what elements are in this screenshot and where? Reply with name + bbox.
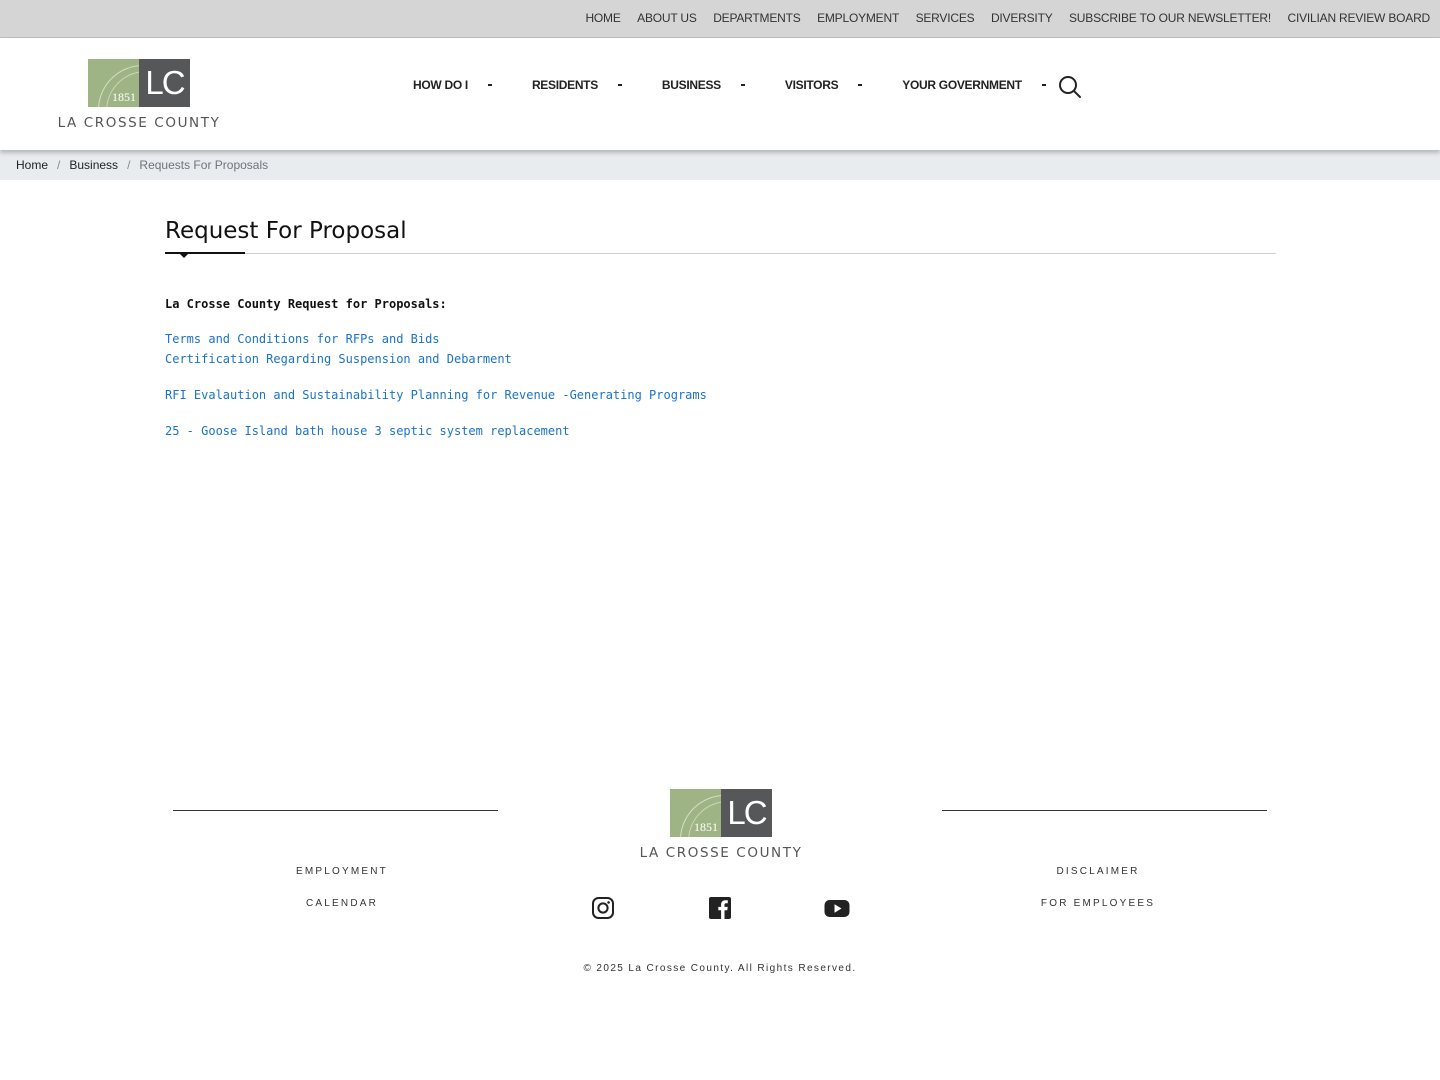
logo-year: 1851 bbox=[112, 90, 136, 104]
utility-nav: HOME ABOUT US DEPARTMENTS EMPLOYMENT SER… bbox=[569, 11, 1430, 25]
youtube-icon[interactable] bbox=[824, 896, 850, 920]
nav-item-visitors[interactable]: VISITORS bbox=[784, 78, 863, 92]
footer-link-disclaimer[interactable]: DISCLAIMER bbox=[998, 864, 1198, 896]
instagram-icon[interactable] bbox=[591, 896, 615, 920]
intro-heading: La Crosse County Request for Proposals: bbox=[165, 297, 447, 311]
logo-initials: LC bbox=[721, 789, 772, 837]
breadcrumb-separator: / bbox=[127, 158, 131, 172]
footer-link-for-employees[interactable]: FOR EMPLOYEES bbox=[998, 896, 1198, 928]
caret-down-icon bbox=[1041, 84, 1046, 86]
utility-link-departments[interactable]: DEPARTMENTS bbox=[713, 11, 801, 25]
logo-year: 1851 bbox=[694, 820, 718, 834]
nav-item-business[interactable]: BUSINESS bbox=[662, 78, 745, 92]
link-certification-suspension-debarment[interactable]: Certification Regarding Suspension and D… bbox=[165, 349, 1276, 369]
footer-links-right: DISCLAIMER FOR EMPLOYEES bbox=[998, 864, 1198, 928]
utility-link-employment[interactable]: EMPLOYMENT bbox=[817, 11, 899, 25]
nav-label: BUSINESS bbox=[661, 78, 721, 92]
nav-label: RESIDENTS bbox=[531, 78, 598, 92]
footer-link-calendar[interactable]: CALENDAR bbox=[242, 896, 442, 928]
logo-initials: LC bbox=[139, 59, 190, 107]
footer-divider bbox=[942, 810, 1267, 811]
site-header: 1851 LC LA CROSSE COUNTY HOW DO I RESIDE… bbox=[0, 39, 1440, 150]
nav-item-how-do-i[interactable]: HOW DO I bbox=[413, 78, 492, 92]
footer-link-employment[interactable]: EMPLOYMENT bbox=[242, 864, 442, 896]
breadcrumb-home[interactable]: Home bbox=[16, 158, 48, 172]
utility-link-services[interactable]: SERVICES bbox=[916, 11, 975, 25]
utility-link-newsletter[interactable]: SUBSCRIBE TO OUR NEWSLETTER! bbox=[1069, 11, 1271, 25]
logo-name: LA CROSSE COUNTY bbox=[639, 845, 803, 861]
link-group: RFI Evalaution and Sustainability Planni… bbox=[165, 385, 1276, 405]
breadcrumb: Home / Business / Requests For Proposals bbox=[0, 150, 1440, 180]
title-divider bbox=[165, 252, 1276, 258]
logo-name: LA CROSSE COUNTY bbox=[57, 115, 221, 131]
footer-divider bbox=[173, 810, 498, 811]
link-goose-island-septic[interactable]: 25 - Goose Island bath house 3 septic sy… bbox=[165, 421, 1276, 441]
utility-link-diversity[interactable]: DIVERSITY bbox=[991, 11, 1053, 25]
link-group: Terms and Conditions for RFPs and Bids C… bbox=[165, 329, 1276, 369]
utility-bar: HOME ABOUT US DEPARTMENTS EMPLOYMENT SER… bbox=[0, 0, 1440, 38]
main-content: Request For Proposal La Crosse County Re… bbox=[165, 214, 1276, 441]
utility-link-about-us[interactable]: ABOUT US bbox=[637, 11, 697, 25]
link-terms-and-conditions[interactable]: Terms and Conditions for RFPs and Bids bbox=[165, 329, 1276, 349]
facebook-icon[interactable] bbox=[708, 896, 732, 920]
nav-label: HOW DO I bbox=[413, 78, 468, 92]
nav-label: VISITORS bbox=[784, 78, 839, 92]
caret-down-icon bbox=[617, 84, 622, 86]
link-rfi-evaluation[interactable]: RFI Evalaution and Sustainability Planni… bbox=[165, 385, 1276, 405]
utility-link-civilian-review-board[interactable]: CIVILIAN REVIEW BOARD bbox=[1288, 11, 1431, 25]
breadcrumb-business[interactable]: Business bbox=[69, 158, 118, 172]
nav-item-your-government[interactable]: YOUR GOVERNMENT bbox=[902, 78, 1046, 92]
breadcrumb-separator: / bbox=[57, 158, 61, 172]
caret-down-icon bbox=[487, 84, 492, 86]
logo-mark: 1851 LC bbox=[670, 789, 772, 837]
copyright: © 2025 La Crosse County. All Rights Rese… bbox=[583, 963, 857, 974]
footer-links-left: EMPLOYMENT CALENDAR bbox=[242, 864, 442, 928]
caret-down-icon bbox=[858, 84, 863, 86]
utility-link-home[interactable]: HOME bbox=[585, 11, 620, 25]
main-nav: HOW DO I RESIDENTS BUSINESS VISITORS YOU… bbox=[413, 78, 1086, 92]
link-group: 25 - Goose Island bath house 3 septic sy… bbox=[165, 421, 1276, 441]
search-icon[interactable] bbox=[1058, 75, 1082, 99]
breadcrumb-current: Requests For Proposals bbox=[139, 158, 269, 172]
caret-down-icon bbox=[740, 84, 745, 86]
page-title: Request For Proposal bbox=[165, 218, 407, 244]
logo-mark: 1851 LC bbox=[88, 59, 190, 107]
nav-item-residents[interactable]: RESIDENTS bbox=[532, 78, 622, 92]
nav-label: YOUR GOVERNMENT bbox=[902, 78, 1022, 92]
